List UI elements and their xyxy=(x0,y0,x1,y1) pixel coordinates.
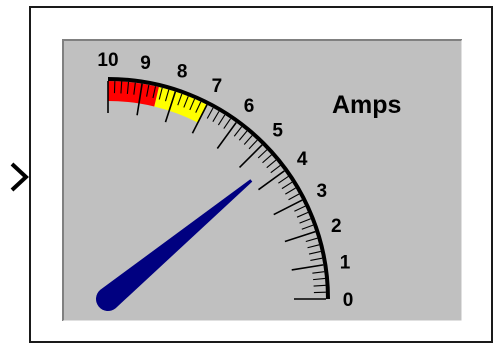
scale-label: 9 xyxy=(140,53,151,74)
scale-label: 6 xyxy=(244,96,255,117)
scale-label: 10 xyxy=(97,50,118,71)
scale-label: 5 xyxy=(272,120,283,141)
scale-label: 1 xyxy=(340,252,351,273)
scale-label: 2 xyxy=(331,216,342,237)
gauge-face: 0 1 234567 8 9 10 Amps xyxy=(62,39,463,322)
scale-label: 7 xyxy=(212,76,223,97)
scale-label: 0 xyxy=(343,290,354,311)
scale-label: 4 xyxy=(297,149,308,170)
unit-label: Amps xyxy=(332,91,401,119)
scale-label: 8 xyxy=(177,62,188,83)
minor-tick xyxy=(313,284,326,287)
scale-label: 3 xyxy=(317,181,328,202)
minor-tick xyxy=(120,81,123,94)
